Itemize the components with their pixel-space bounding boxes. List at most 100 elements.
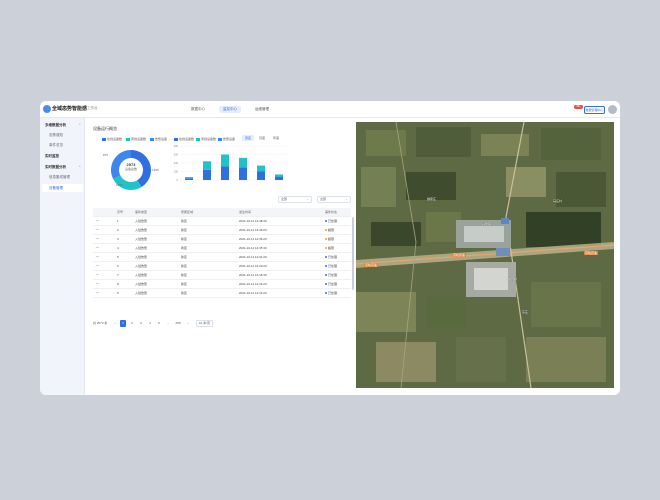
avatar[interactable] <box>608 105 617 114</box>
donut-value-label: 875 <box>103 153 109 157</box>
table-cell-type: 入侵告警 <box>135 291 148 295</box>
table-cell-type: 入侵告警 <box>135 273 148 277</box>
table-cell-dash: 一 <box>96 228 100 232</box>
donut-value-label: 1077 <box>116 183 123 187</box>
donut-legend-alarm: 告警设备 <box>150 137 167 141</box>
status-text: 已处理 <box>328 255 338 259</box>
pager-page-2[interactable]: 2 <box>129 320 135 327</box>
table-row[interactable]: 一 4 入侵告警 新区 2021-10-11 14:35:30 超限 <box>93 244 351 253</box>
tab-weekly[interactable]: 周度 <box>242 135 255 141</box>
table-row[interactable]: 一 3 入侵告警 新区 2021-10-11 14:36:20 超限 <box>93 235 351 244</box>
column-header: 发生时间 <box>239 210 252 214</box>
table-row[interactable]: 一 8 入侵告警 新区 2021-10-11 14:16:20 已处理 <box>93 280 351 289</box>
table-cell-time: 2021-10-11 14:35:30 <box>239 246 267 250</box>
pager-prev-button[interactable]: ‹ <box>112 320 118 327</box>
legend-label: 离线设备数 <box>131 137 147 141</box>
table-cell-time: 2021-10-11 14:48:40 <box>239 219 267 223</box>
bar-离线设备数-F <box>275 174 283 177</box>
top-bar: 全域态势智能感 工作台 数据中心 监控中心 运维管理 99+ 数据管理中心 <box>40 101 620 118</box>
chevron-up-icon: ⌃ <box>78 165 81 169</box>
chevron-down-icon: ⌄ <box>345 197 348 201</box>
sidebar: 多维数据分析 ⌃ 态势感知 事件总览 实时监控 实时数据分析 ⌃ 信息集成管理 … <box>40 118 85 395</box>
status-text: 超限 <box>328 246 335 250</box>
satellite-map[interactable]: 魏家庄 兴隆镇 前营村 马庄村 东庄 京哈高速 京哈高速 京哈高速 <box>356 122 614 388</box>
status-text: 已处理 <box>328 273 338 277</box>
pager-page-4[interactable]: 4 <box>147 320 153 327</box>
sidebar-item-label: 事件总览 <box>49 143 63 147</box>
region-select[interactable]: 全部 ⌄ <box>278 196 312 203</box>
legend-swatch <box>126 137 130 141</box>
table-cell-type: 入侵告警 <box>135 255 148 259</box>
table-scrollbar[interactable] <box>352 217 354 290</box>
status-text: 超限 <box>328 237 335 241</box>
table-cell-time: 2021-10-11 14:16:20 <box>239 291 267 295</box>
pager-last-page[interactable]: 258 <box>173 320 183 327</box>
pager-page-3[interactable]: 3 <box>138 320 144 327</box>
status-badge: 超限 <box>325 226 334 235</box>
legend-label: 在线设备数 <box>107 137 123 141</box>
donut-legend-offline: 离线设备数 <box>126 137 146 141</box>
sidebar-item-situation[interactable]: 态势感知 <box>42 131 83 139</box>
sidebar-item-events[interactable]: 事件总览 <box>42 141 83 149</box>
pager-next-button[interactable]: › <box>185 320 191 327</box>
sidebar-item-realtime-monitor[interactable]: 实时监控 <box>42 152 83 160</box>
notification-badge[interactable]: 99+ <box>574 105 583 109</box>
road-sign: 京哈高速 <box>584 251 599 255</box>
table-cell-no: 6 <box>117 264 119 268</box>
logo-icon <box>43 105 51 113</box>
donut-legend-online: 在线设备数 <box>102 137 122 141</box>
y-tick-label: 400 <box>174 144 179 148</box>
column-header: 事件类型 <box>135 210 148 214</box>
pager-page-5[interactable]: 5 <box>156 320 162 327</box>
bar-在线设备数-D <box>239 167 247 180</box>
nav-tab-monitor-center[interactable]: 监控中心 <box>219 106 241 113</box>
legend-label: 告警设备 <box>155 137 168 141</box>
table-cell-time: 2021-10-11 14:31:20 <box>239 255 267 259</box>
chevron-up-icon: ⌃ <box>78 123 81 127</box>
table-cell-type: 入侵告警 <box>135 264 148 268</box>
sidebar-item-integration[interactable]: 信息集成管理 <box>42 173 83 181</box>
table-row[interactable]: 一 5 入侵告警 新区 2021-10-11 14:31:20 已处理 <box>93 253 351 262</box>
table-cell-no: 1 <box>117 219 119 223</box>
table-header: 序号 事件类型 所属区域 发生时间 事件状态 <box>93 208 351 217</box>
map-place-label: 马庄村 <box>553 199 563 203</box>
legend-swatch <box>174 137 178 141</box>
y-tick-label: 300 <box>174 153 179 157</box>
table-cell-time: 2021-10-11 14:18:30 <box>239 273 267 277</box>
table-row[interactable]: 一 2 入侵告警 新区 2021-10-11 14:39:20 超限 <box>93 226 351 235</box>
table-cell-area: 新区 <box>181 237 188 241</box>
table-row[interactable]: 一 9 入侵告警 新区 2021-10-11 14:16:20 已处理 <box>93 289 351 298</box>
bar-legend-online: 在线设备数 <box>174 137 194 141</box>
table-row[interactable]: 一 6 入侵告警 新区 2021-10-11 14:29:20 已处理 <box>93 262 351 271</box>
sidebar-item-label: 实时监控 <box>45 154 59 158</box>
status-select[interactable]: 全部 ⌄ <box>317 196 351 203</box>
table-cell-no: 5 <box>117 255 119 259</box>
sidebar-item-multi-analysis[interactable]: 多维数据分析 ⌃ <box>42 121 83 129</box>
tab-monthly[interactable]: 月度 <box>256 135 268 141</box>
table-cell-type: 入侵告警 <box>135 219 148 223</box>
tab-yearly[interactable]: 年度 <box>270 135 282 141</box>
table-cell-no: 9 <box>117 291 119 295</box>
y-tick-label: 0 <box>177 178 179 182</box>
map-imagery <box>356 122 614 388</box>
table-cell-area: 新区 <box>181 255 188 259</box>
pager-total: 共 2573 条 <box>93 321 108 325</box>
user-center-button[interactable]: 数据管理中心 <box>584 106 605 114</box>
bar-离线设备数-B <box>203 161 211 170</box>
sidebar-item-label: 态势感知 <box>49 133 63 137</box>
bar-legend-offline: 离线设备数 <box>196 137 216 141</box>
pager-ellipsis[interactable]: ... <box>165 320 171 327</box>
legend-label: 告警设备 <box>223 137 236 141</box>
pager-page-1[interactable]: 1 <box>120 320 126 327</box>
table-cell-area: 新区 <box>181 264 188 268</box>
sidebar-item-realtime-analysis[interactable]: 实时数据分析 ⌃ <box>42 163 83 171</box>
nav-tab-data-center[interactable]: 数据中心 <box>187 106 209 113</box>
table-row[interactable]: 一 7 入侵告警 新区 2021-10-11 14:18:30 已处理 <box>93 271 351 280</box>
pager-size-select[interactable]: 10 条/页 <box>196 320 214 327</box>
table-cell-no: 4 <box>117 246 119 250</box>
table-row[interactable]: 一 1 入侵告警 新区 2021-10-11 14:48:40 已处理 <box>93 217 351 226</box>
chevron-down-icon: ⌄ <box>306 197 309 201</box>
sidebar-item-device-management[interactable]: 设备管理 <box>42 184 83 192</box>
nav-tab-ops-management[interactable]: 运维管理 <box>251 106 273 113</box>
status-badge: 已处理 <box>325 280 337 289</box>
